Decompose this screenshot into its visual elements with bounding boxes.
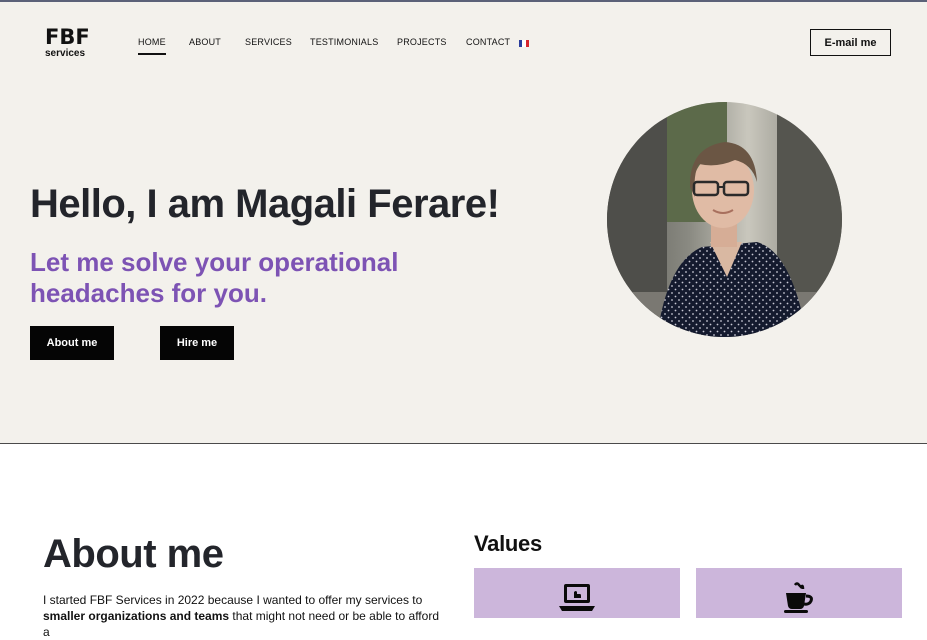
fr-flag-icon[interactable] — [519, 40, 529, 47]
nav-services[interactable]: SERVICES — [245, 37, 292, 47]
value-card-laptop — [474, 568, 680, 618]
hero-subtitle: Let me solve your operational headaches … — [30, 247, 399, 308]
logo[interactable]: FBF services — [45, 26, 91, 62]
value-card-coffee — [696, 568, 902, 618]
coffee-cup-icon — [781, 582, 817, 619]
values-title: Values — [474, 531, 542, 556]
hero-section: FBF services HOME ABOUT SERVICES TESTIMO… — [0, 2, 927, 444]
hire-me-button[interactable]: Hire me — [160, 326, 234, 360]
nav-about[interactable]: ABOUT — [189, 37, 221, 47]
about-text: I started FBF Services in 2022 because I… — [43, 592, 443, 640]
nav-contact[interactable]: CONTACT — [466, 37, 510, 47]
logo-main: FBF — [45, 25, 90, 49]
about-me-button[interactable]: About me — [30, 326, 114, 360]
hero-title: Hello, I am Magali Ferare! — [30, 182, 500, 226]
about-text-bold: smaller organizations and teams — [43, 609, 230, 623]
nav-projects[interactable]: PROJECTS — [397, 37, 447, 47]
nav-home[interactable]: HOME — [138, 37, 166, 55]
laptop-icon — [558, 582, 596, 619]
nav-testimonials[interactable]: TESTIMONIALS — [310, 37, 378, 47]
about-text-start: I started FBF Services in 2022 because I… — [43, 593, 423, 607]
profile-photo — [607, 102, 842, 337]
email-me-button[interactable]: E-mail me — [810, 29, 891, 56]
logo-sub: services — [45, 48, 86, 59]
about-title: About me — [43, 532, 224, 576]
